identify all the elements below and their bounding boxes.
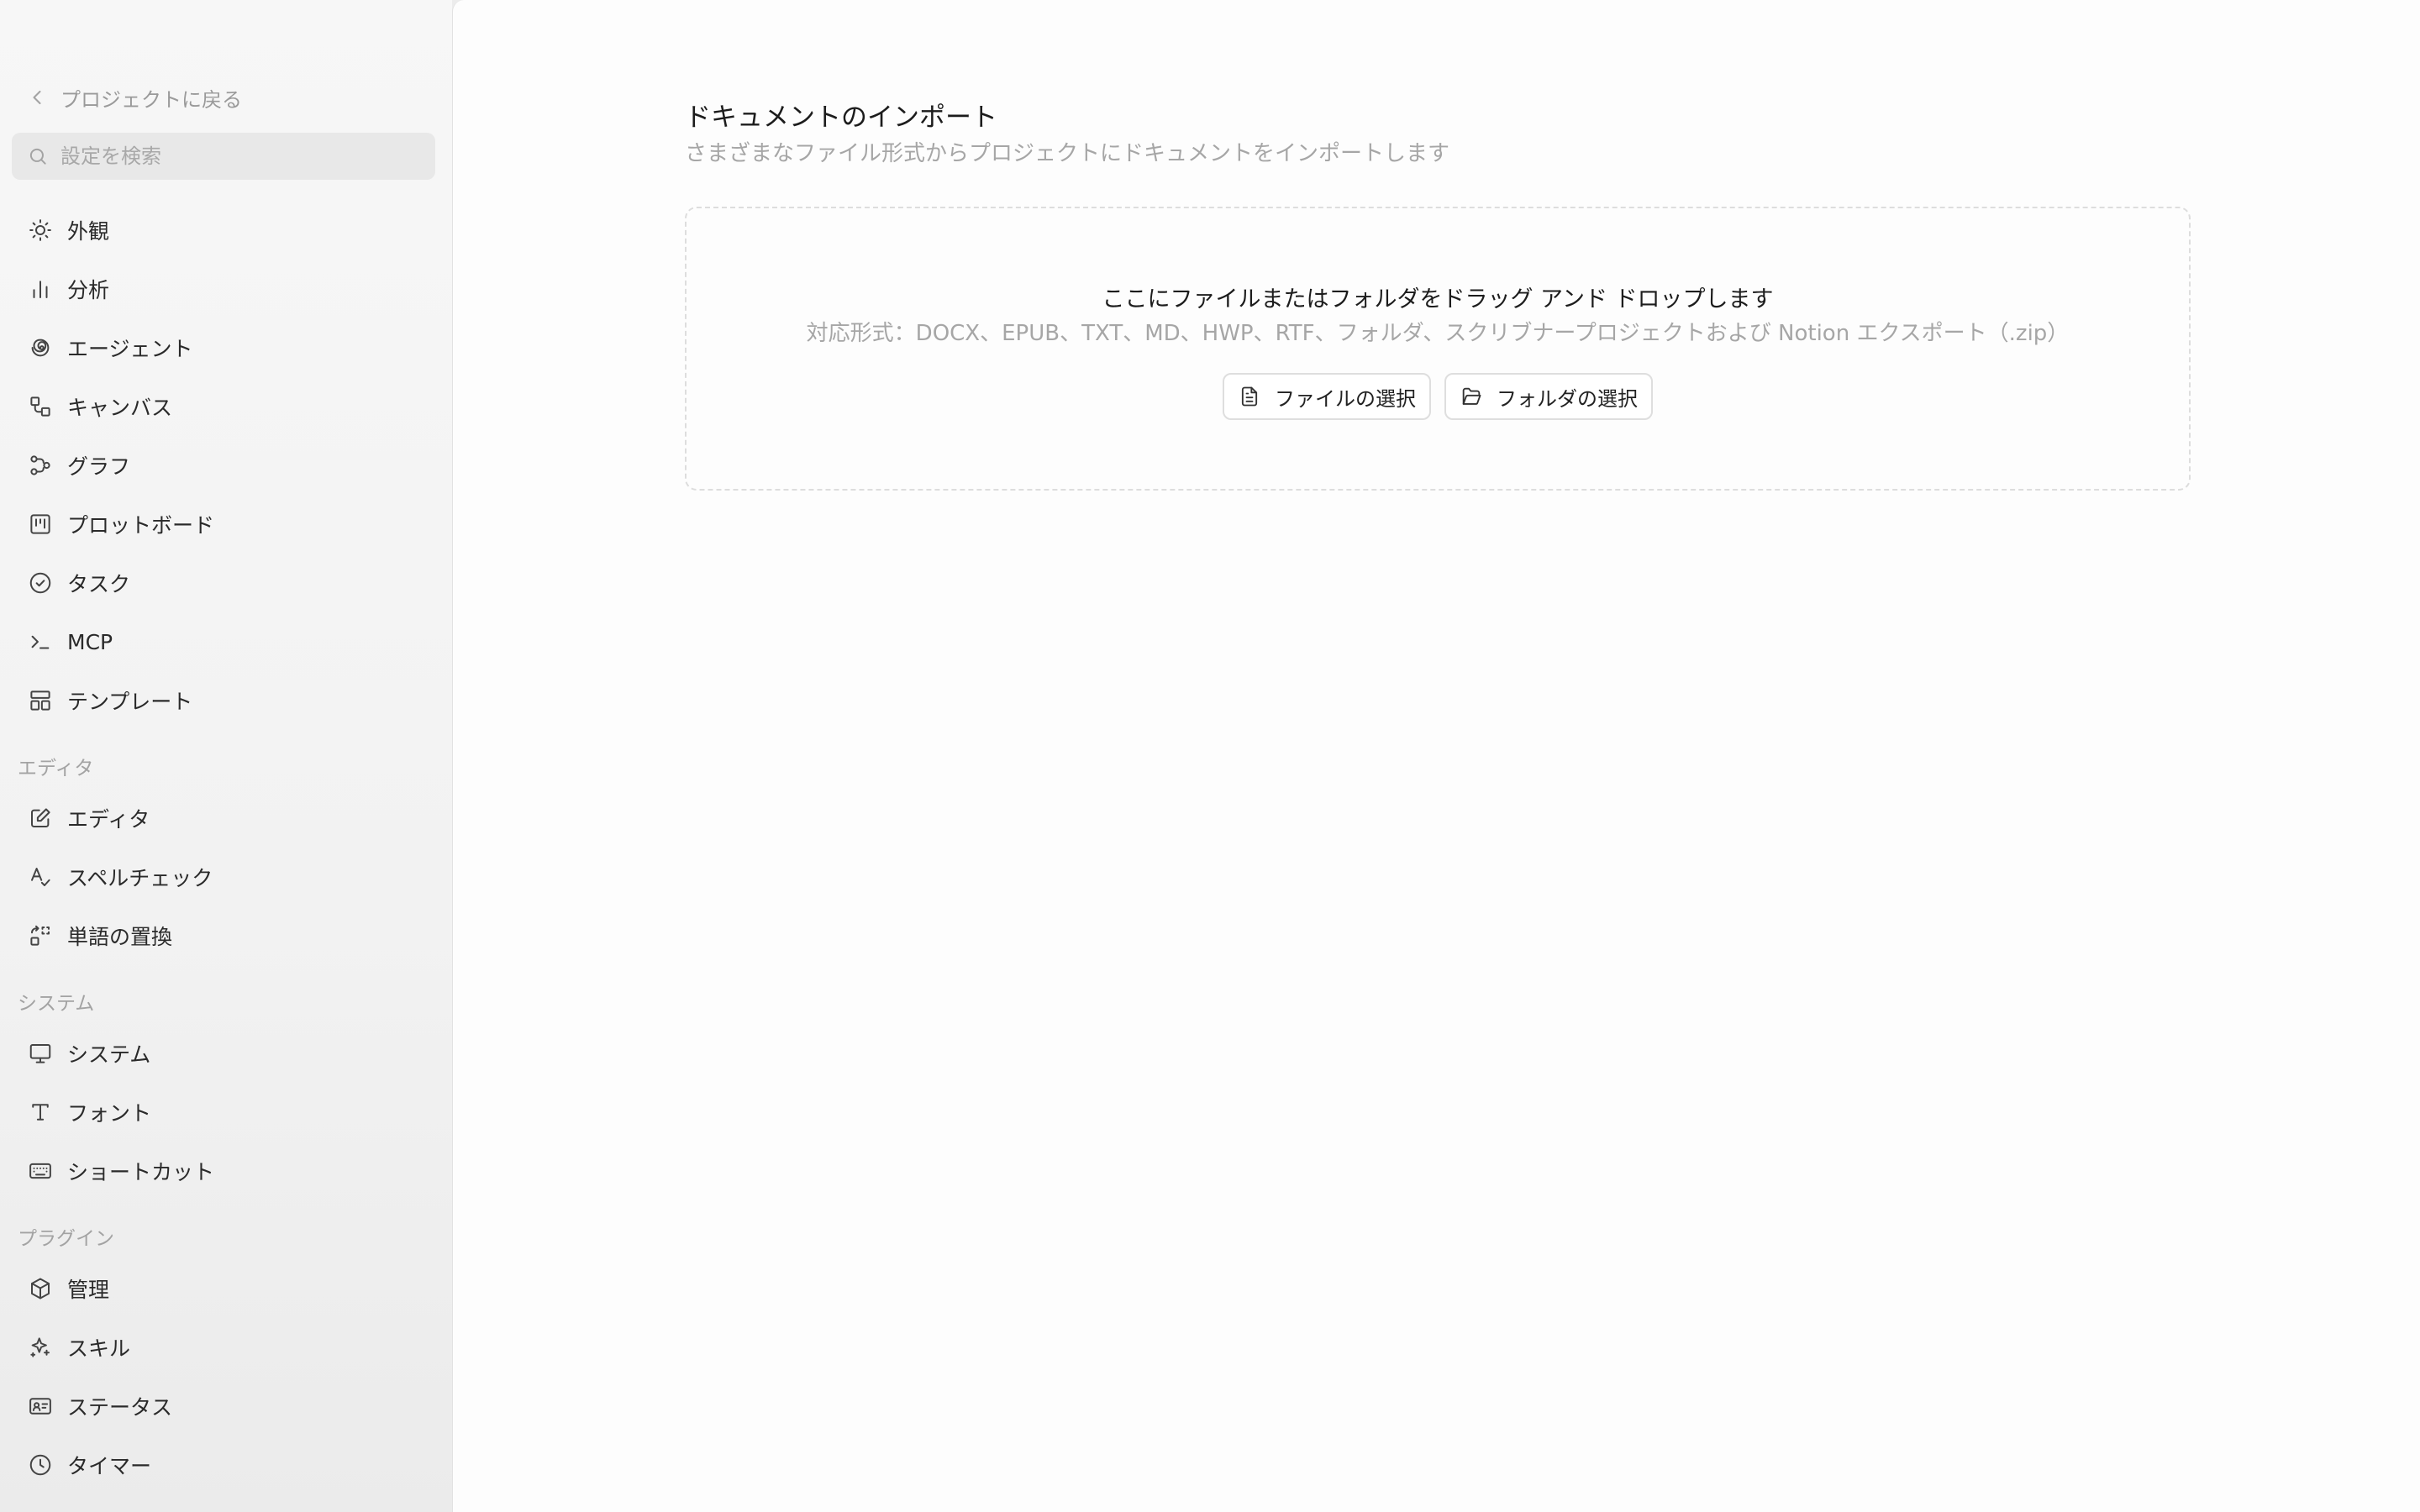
kanban-icon	[27, 511, 54, 538]
sidebar-item-mcp[interactable]: MCP	[12, 617, 435, 667]
select-folder-label: フォルダの選択	[1497, 386, 1638, 411]
settings-sidebar: プロジェクトに戻る 外観 分析 エージェント	[0, 0, 452, 1512]
sidebar-item-label: ステータス	[67, 1395, 173, 1420]
clock-icon	[27, 1452, 54, 1478]
id-card-icon	[27, 1393, 54, 1420]
section-header-plugins: プラグイン	[18, 1228, 114, 1250]
sidebar-item-label: 外観	[67, 219, 110, 244]
select-file-label: ファイルの選択	[1275, 386, 1416, 411]
sidebar-item-templates[interactable]: テンプレート	[12, 675, 435, 726]
sidebar-item-skills[interactable]: スキル	[12, 1322, 435, 1373]
sidebar-item-shortcuts[interactable]: ショートカット	[12, 1146, 435, 1196]
layout-template-icon	[27, 687, 54, 714]
sidebar-item-status[interactable]: ステータス	[12, 1381, 435, 1431]
sidebar-item-spell-check[interactable]: スペルチェック	[12, 852, 435, 902]
sidebar-item-label: スペルチェック	[67, 866, 213, 890]
sidebar-item-manage[interactable]: 管理	[12, 1263, 435, 1314]
sidebar-item-editor[interactable]: エディタ	[12, 793, 435, 843]
sidebar-item-system[interactable]: システム	[12, 1028, 435, 1079]
sidebar-item-label: フォント	[67, 1101, 152, 1126]
sidebar-item-fonts[interactable]: フォント	[12, 1087, 435, 1137]
sidebar-item-label: システム	[67, 1042, 151, 1067]
settings-search-input[interactable]	[59, 144, 415, 169]
sidebar-item-label: エディタ	[67, 807, 150, 832]
page-title: ドキュメントのインポート	[685, 102, 997, 133]
sidebar-item-label: エージェント	[67, 337, 193, 361]
select-folder-button[interactable]: フォルダの選択	[1444, 373, 1653, 420]
sidebar-item-label: プロットボード	[67, 513, 215, 538]
sidebar-item-label: 単語の置換	[67, 925, 173, 949]
workflow-icon	[27, 452, 54, 479]
settings-search-box[interactable]	[12, 133, 435, 180]
package-icon	[27, 1275, 54, 1302]
terminal-icon	[27, 628, 54, 655]
sidebar-item-label: 管理	[67, 1278, 110, 1302]
monitor-icon	[27, 1040, 54, 1067]
sidebar-item-label: グラフ	[67, 454, 131, 479]
section-header-editor: エディタ	[18, 758, 94, 780]
spiral-icon	[27, 334, 54, 361]
sun-icon	[27, 217, 54, 244]
page-subtitle: さまざまなファイル形式からプロジェクトにドキュメントをインポートします	[685, 141, 1450, 166]
section-header-system: システム	[18, 993, 95, 1015]
spell-check-icon	[27, 864, 54, 890]
sidebar-item-label: テンプレート	[67, 690, 193, 714]
sidebar-item-word-replace[interactable]: 単語の置換	[12, 911, 435, 961]
back-to-project-link[interactable]: プロジェクトに戻る	[25, 81, 242, 114]
sidebar-item-label: ショートカット	[67, 1160, 215, 1184]
file-text-icon	[1238, 385, 1261, 408]
settings-window: プロジェクトに戻る 外観 分析 エージェント	[0, 0, 2420, 1512]
folder-open-icon	[1460, 385, 1483, 408]
sidebar-item-canvas[interactable]: キャンバス	[12, 381, 435, 432]
shapes-icon	[27, 393, 54, 420]
sidebar-item-plotboard[interactable]: プロットボード	[12, 499, 435, 549]
sidebar-item-agent[interactable]: エージェント	[12, 323, 435, 373]
keyboard-icon	[27, 1158, 54, 1184]
dropzone-actions: ファイルの選択 フォルダの選択	[687, 373, 2189, 420]
sidebar-item-graph[interactable]: グラフ	[12, 440, 435, 491]
sidebar-item-timer[interactable]: タイマー	[12, 1440, 435, 1490]
settings-content: ドキュメントのインポート さまざまなファイル形式からプロジェクトにドキュメントを…	[452, 0, 2420, 1512]
dropzone-title: ここにファイルまたはフォルダをドラッグ アンド ドロップします	[1102, 286, 1774, 312]
sidebar-item-label: スキル	[67, 1336, 131, 1361]
edit-icon	[27, 805, 54, 832]
sidebar-item-label: タスク	[67, 572, 131, 596]
sidebar-item-label: 分析	[67, 278, 110, 302]
sidebar-item-label: MCP	[67, 629, 113, 654]
bar-chart-icon	[27, 276, 54, 302]
sparkles-icon	[27, 1334, 54, 1361]
replace-icon	[27, 922, 54, 949]
sidebar-item-tasks[interactable]: タスク	[12, 558, 435, 608]
supported-formats-text: 対応形式：DOCX、EPUB、TXT、MD、HWP、RTF、フォルダ、スクリブナ…	[806, 321, 2070, 346]
sidebar-item-analytics[interactable]: 分析	[12, 264, 435, 314]
search-icon	[27, 145, 49, 167]
sidebar-item-label: タイマー	[67, 1454, 152, 1478]
sidebar-item-appearance[interactable]: 外観	[12, 205, 435, 255]
back-to-project-label: プロジェクトに戻る	[60, 87, 242, 112]
sidebar-item-label: キャンバス	[67, 396, 173, 420]
import-dropzone[interactable]: ここにファイルまたはフォルダをドラッグ アンド ドロップします 対応形式：DOC…	[685, 207, 2191, 491]
type-icon	[27, 1099, 54, 1126]
check-circle-icon	[27, 570, 54, 596]
select-file-button[interactable]: ファイルの選択	[1223, 373, 1431, 420]
chevron-left-icon	[25, 86, 49, 109]
